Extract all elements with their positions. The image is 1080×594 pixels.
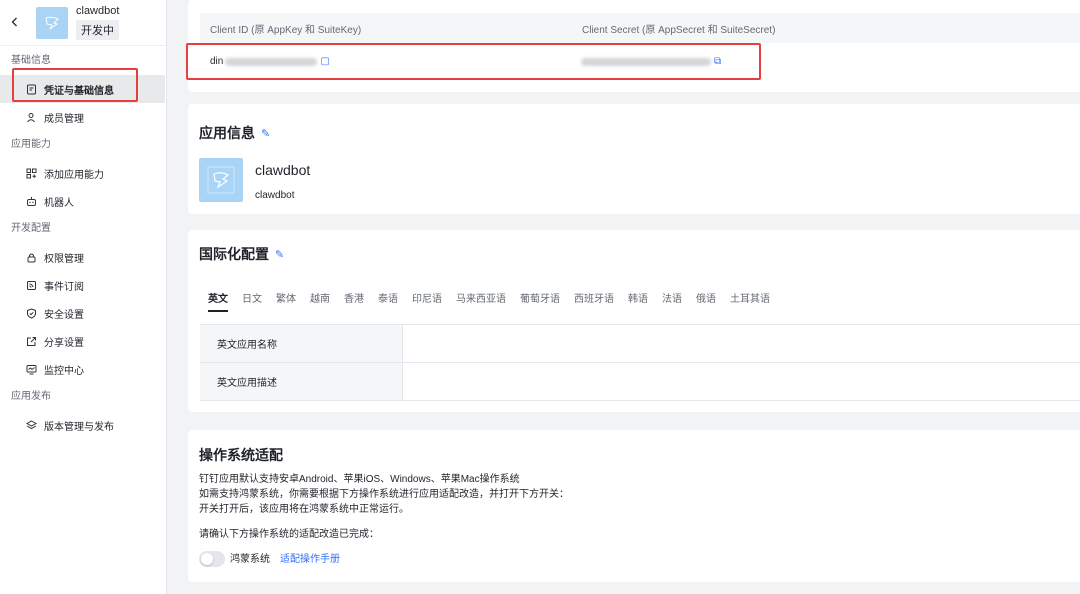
os-line-1: 钉钉应用默认支持安卓Android、苹果iOS、Windows、苹果Mac操作系…: [199, 474, 520, 485]
sidebar-item-label: 添加应用能力: [44, 169, 104, 181]
tab-english[interactable]: 英文: [208, 290, 228, 314]
tab-indonesian[interactable]: 印尼语: [412, 290, 442, 314]
shield-icon: [25, 307, 37, 319]
sidebar-item-share[interactable]: 分享设置: [0, 327, 166, 355]
app-logo: [36, 6, 68, 39]
tab-hongkong[interactable]: 香港: [344, 290, 364, 314]
add-capability-icon: [25, 167, 37, 179]
table-row: 英文应用名称: [200, 325, 1080, 363]
sidebar-item-label: 成员管理: [44, 113, 84, 125]
harmony-label: 鸿蒙系统: [230, 553, 270, 565]
client-secret-masked: [581, 57, 711, 66]
main-content: Client ID (原 AppKey 和 SuiteKey) Client S…: [177, 0, 1080, 594]
table-row: 英文应用描述: [200, 363, 1080, 401]
copy-icon[interactable]: ▢: [320, 56, 329, 67]
member-icon: [25, 111, 37, 123]
os-confirm-text: 请确认下方操作系统的适配改造已完成：: [199, 529, 379, 540]
app-info-card: 应用信息 ✎ clawdbot clawdbot: [188, 104, 1080, 214]
group-title-capability: 应用能力: [11, 139, 51, 150]
english-desc-value[interactable]: [403, 363, 1080, 400]
app-status-badge: 开发中: [76, 20, 119, 40]
language-tabs: 英文 日文 繁体 越南 香港 泰语 印尼语 马来西亚语 葡萄牙语 西班牙语 韩语…: [208, 290, 784, 314]
client-id-header: Client ID (原 AppKey 和 SuiteKey): [210, 24, 362, 36]
group-title-basic: 基础信息: [11, 55, 51, 66]
os-line-3: 开关打开后，该应用将在鸿蒙系统中正常运行。: [199, 504, 409, 515]
manual-link[interactable]: 适配操作手册: [280, 552, 340, 567]
app-logo: [199, 158, 243, 202]
credential-icon: [25, 83, 37, 95]
sidebar-item-label: 安全设置: [44, 309, 84, 321]
i18n-card: 国际化配置 ✎ 英文 日文 繁体 越南 香港 泰语 印尼语 马来西亚语 葡萄牙语…: [188, 230, 1080, 412]
client-id-prefix: din: [210, 56, 224, 67]
tab-turkish[interactable]: 土耳其语: [730, 290, 770, 314]
credentials-card: Client ID (原 AppKey 和 SuiteKey) Client S…: [186, 0, 1080, 92]
tab-korean[interactable]: 韩语: [628, 290, 648, 314]
sidebar-item-versions[interactable]: 版本管理与发布: [0, 411, 166, 439]
sidebar-item-monitor[interactable]: 监控中心: [0, 355, 166, 383]
sidebar-item-robot[interactable]: 机器人: [0, 187, 166, 215]
i18n-table: 英文应用名称 英文应用描述: [200, 324, 1080, 401]
sidebar-item-credentials[interactable]: 凭证与基础信息: [0, 75, 165, 103]
english-name-value[interactable]: [403, 325, 1080, 362]
edit-icon[interactable]: ✎: [275, 248, 284, 261]
sidebar: clawdbot 开发中 基础信息 凭证与基础信息 成员管理 应用能力 添加应用…: [0, 0, 167, 594]
tab-spanish[interactable]: 西班牙语: [574, 290, 614, 314]
share-icon: [25, 335, 37, 347]
app-info-desc: clawdbot: [255, 190, 295, 201]
client-secret-header: Client Secret (原 AppSecret 和 SuiteSecret…: [582, 24, 776, 36]
tab-malay[interactable]: 马来西亚语: [456, 290, 506, 314]
app-header: clawdbot 开发中: [0, 0, 166, 46]
english-desc-label: 英文应用描述: [200, 363, 403, 400]
group-title-publish: 应用发布: [11, 391, 51, 402]
harmony-toggle[interactable]: [199, 551, 225, 567]
os-card: 操作系统适配 钉钉应用默认支持安卓Android、苹果iOS、Windows、苹…: [188, 430, 1080, 582]
tab-traditional[interactable]: 繁体: [276, 290, 296, 314]
sidebar-item-label: 监控中心: [44, 365, 84, 377]
app-name: clawdbot: [76, 5, 120, 17]
client-secret-value[interactable]: ⧉: [581, 56, 721, 67]
sidebar-item-permissions[interactable]: 权限管理: [0, 243, 166, 271]
client-id-masked: [225, 57, 318, 66]
sidebar-item-label: 权限管理: [44, 253, 84, 265]
os-title: 操作系统适配: [199, 447, 283, 463]
client-id-value[interactable]: din ▢: [210, 56, 330, 67]
tab-french[interactable]: 法语: [662, 290, 682, 314]
app-info-name: clawdbot: [255, 162, 311, 178]
monitor-icon: [25, 363, 37, 375]
sidebar-item-events[interactable]: 事件订阅: [0, 271, 166, 299]
tab-japanese[interactable]: 日文: [242, 290, 262, 314]
english-name-label: 英文应用名称: [200, 325, 403, 362]
lock-icon: [25, 251, 37, 263]
tab-russian[interactable]: 俄语: [696, 290, 716, 314]
copy-icon[interactable]: ⧉: [714, 56, 721, 67]
tab-thai[interactable]: 泰语: [378, 290, 398, 314]
tab-portuguese[interactable]: 葡萄牙语: [520, 290, 560, 314]
i18n-title: 国际化配置: [199, 246, 269, 262]
layers-icon: [25, 419, 37, 431]
sidebar-item-security[interactable]: 安全设置: [0, 299, 166, 327]
sidebar-item-label: 机器人: [44, 197, 74, 209]
app-info-row: clawdbot clawdbot: [199, 158, 310, 202]
group-title-dev: 开发配置: [11, 223, 51, 234]
edit-icon[interactable]: ✎: [261, 127, 270, 140]
sidebar-item-label: 事件订阅: [44, 281, 84, 293]
sidebar-item-label: 分享设置: [44, 337, 84, 349]
sidebar-item-label: 凭证与基础信息: [44, 85, 114, 97]
sidebar-item-add-capability[interactable]: 添加应用能力: [0, 159, 166, 187]
tab-vietnam[interactable]: 越南: [310, 290, 330, 314]
event-icon: [25, 279, 37, 291]
os-line-2: 如需支持鸿蒙系统，你需要根据下方操作系统进行应用适配改造，并打开下方开关：: [199, 489, 569, 500]
back-icon[interactable]: [0, 14, 30, 32]
credentials-table-header: Client ID (原 AppKey 和 SuiteKey) Client S…: [200, 13, 1080, 43]
sidebar-item-label: 版本管理与发布: [44, 421, 114, 433]
app-info-title: 应用信息: [199, 125, 255, 141]
sidebar-item-members[interactable]: 成员管理: [0, 103, 166, 131]
robot-icon: [25, 195, 37, 207]
